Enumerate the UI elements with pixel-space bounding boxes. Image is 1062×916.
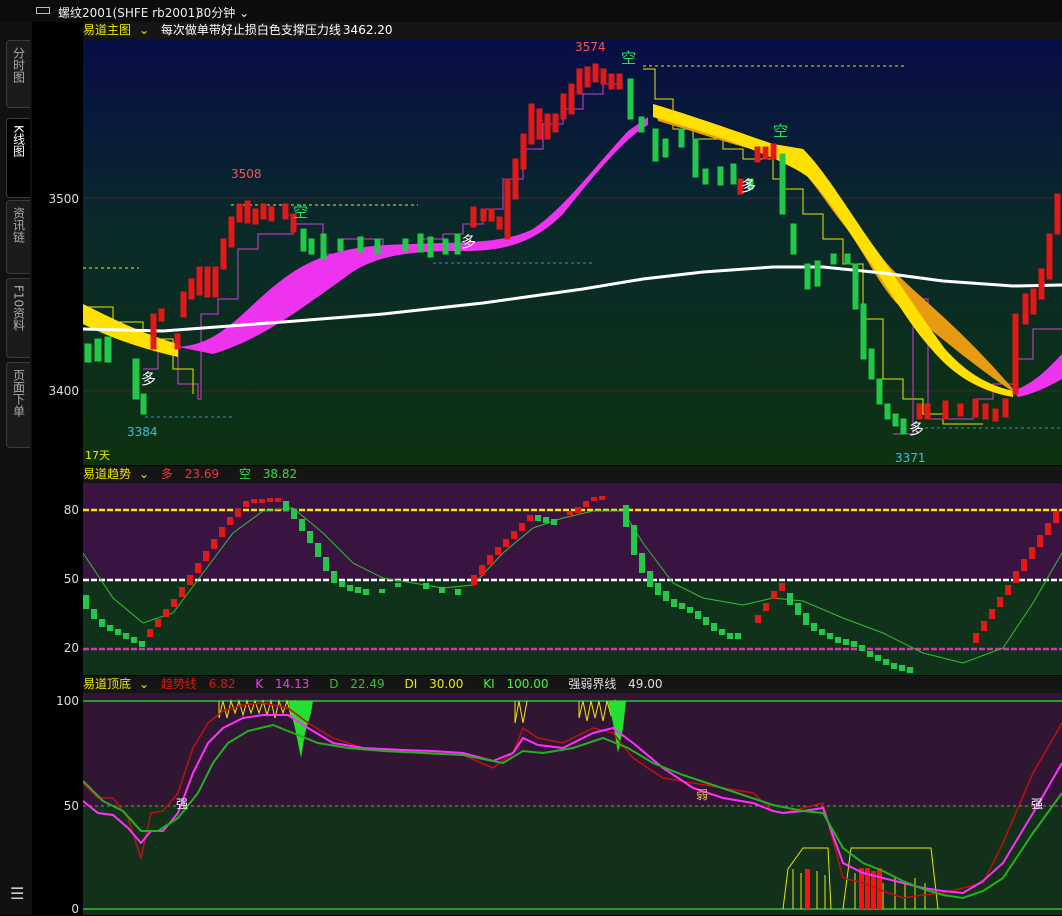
window-icon[interactable] [36, 7, 50, 14]
ki-number: 100.00 [506, 677, 549, 691]
low-label: 3371 [895, 451, 926, 465]
tab-label: 资讯链 [11, 207, 26, 243]
long-label: 多 [160, 467, 173, 481]
main-value: 3462.20 [342, 23, 393, 37]
days-label: 17天 [85, 449, 110, 462]
period-select[interactable]: 30分钟 ⌄ [196, 4, 249, 21]
ki-label: KI [483, 677, 495, 691]
strong-label: 强 [176, 797, 188, 811]
y-tick: 100 [56, 694, 79, 708]
low-label: 3384 [127, 425, 158, 439]
short-number: 38.82 [262, 467, 298, 481]
trend-chart[interactable] [83, 483, 1062, 675]
y-tick: 50 [63, 572, 79, 586]
sep-label: 强弱界线 [568, 677, 617, 691]
tab-label: F10资料 [11, 285, 26, 332]
indicator-name: 易道顶底 [83, 677, 132, 691]
trend-header: 易道趋势 ⌄ 多 23.69 空 38.82 [83, 466, 1062, 483]
trend-indicator-select[interactable]: 易道趋势 ⌄ [83, 467, 149, 481]
trend-line-label: 趋势线 [160, 677, 197, 691]
sidebar: 分时图 K线图 资讯链 F10资料 页面下单 ☰ [0, 22, 32, 915]
trend-chart-svg [83, 483, 1062, 675]
ki-value: KI 100.00 [483, 677, 556, 691]
buy-signal: 多 [461, 233, 476, 251]
topbottom-indicator-select[interactable]: 易道顶底 ⌄ [83, 677, 149, 691]
weak-label: 弱 [696, 788, 708, 802]
sep-number: 49.00 [628, 677, 663, 691]
long-value: 多 23.69 [161, 467, 227, 481]
y-tick: 20 [63, 641, 79, 655]
short-label: 空 [238, 467, 251, 481]
trend-y-axis: 80 50 20 [32, 465, 83, 675]
d-label: D [329, 677, 339, 691]
symbol-name[interactable]: 螺纹2001(SHFE rb2001) [58, 4, 200, 21]
topbottom-chart[interactable]: 强 强 弱 [83, 693, 1062, 915]
k-number: 14.13 [275, 677, 310, 691]
main-desc: 每次做单带好止损白色支撑压力线 [160, 23, 341, 37]
di-label: DI [404, 677, 418, 691]
k-label: K [255, 677, 264, 691]
menu-icon[interactable]: ☰ [10, 884, 24, 903]
y-tick: 3400 [48, 384, 79, 398]
y-tick: 80 [63, 503, 79, 517]
sell-signal: 空 [293, 203, 308, 221]
buy-signal: 多 [141, 370, 156, 388]
tab-label: 页面下单 [11, 369, 26, 417]
indicator-name: 易道趋势 [83, 467, 132, 481]
tab-label: 分时图 [11, 47, 26, 83]
sep-value: 强弱界线 49.00 [568, 677, 670, 691]
y-tick: 3500 [48, 192, 79, 206]
y-tick: 50 [63, 799, 79, 813]
main-chart-svg: 3508 3574 3384 3371 多 多 多 多 空 空 空 17天 [83, 39, 1062, 465]
di-value: DI 30.00 [404, 677, 471, 691]
title-bar: 螺纹2001(SHFE rb2001) 30分钟 ⌄ [0, 0, 1062, 23]
tab-f10[interactable]: F10资料 [6, 278, 30, 358]
d-number: 22.49 [350, 677, 385, 691]
trend-line-value: 趋势线 6.82 [161, 677, 244, 691]
chevron-down-icon: ⌄ [239, 6, 250, 20]
tab-order[interactable]: 页面下单 [6, 362, 30, 448]
di-number: 30.00 [429, 677, 464, 691]
topbottom-chart-svg: 强 强 弱 [83, 693, 1062, 915]
main-chart[interactable]: 3508 3574 3384 3371 多 多 多 多 空 空 空 17天 [83, 39, 1062, 465]
short-value: 空 38.82 [239, 467, 305, 481]
d-value: D 22.49 [329, 677, 392, 691]
tab-kline[interactable]: K线图 [6, 118, 30, 198]
main-y-axis: 3500 3400 [32, 22, 83, 465]
strong-label: 强 [1031, 797, 1043, 811]
bg-upper [83, 483, 1062, 580]
tab-label: K线图 [11, 125, 26, 157]
tab-timeshare[interactable]: 分时图 [6, 40, 30, 108]
k-value: K 14.13 [255, 677, 317, 691]
y-tick: 0 [71, 902, 79, 916]
buy-signal: 多 [741, 177, 756, 195]
indicator-name: 易道主图 [83, 23, 132, 37]
topbottom-header: 易道顶底 ⌄ 趋势线 6.82 K 14.13 D 22.49 DI 30.00 … [83, 676, 1062, 693]
bg-lower [83, 580, 1062, 675]
topbottom-y-axis: 100 50 0 [32, 676, 83, 916]
high-label: 3574 [575, 40, 606, 54]
trend-line-number: 6.82 [208, 677, 236, 691]
buy-signal: 多 [909, 420, 924, 438]
main-indicator-select[interactable]: 易道主图 ⌄ [83, 23, 149, 37]
long-number: 23.69 [184, 467, 220, 481]
main-header: 易道主图 ⌄ 每次做单带好止损白色支撑压力线 3462.20 [83, 22, 1062, 39]
period-label: 30分钟 [196, 6, 236, 20]
tab-news[interactable]: 资讯链 [6, 200, 30, 274]
sell-signal: 空 [621, 49, 636, 67]
sell-signal: 空 [773, 122, 788, 140]
high-label: 3508 [231, 167, 262, 181]
